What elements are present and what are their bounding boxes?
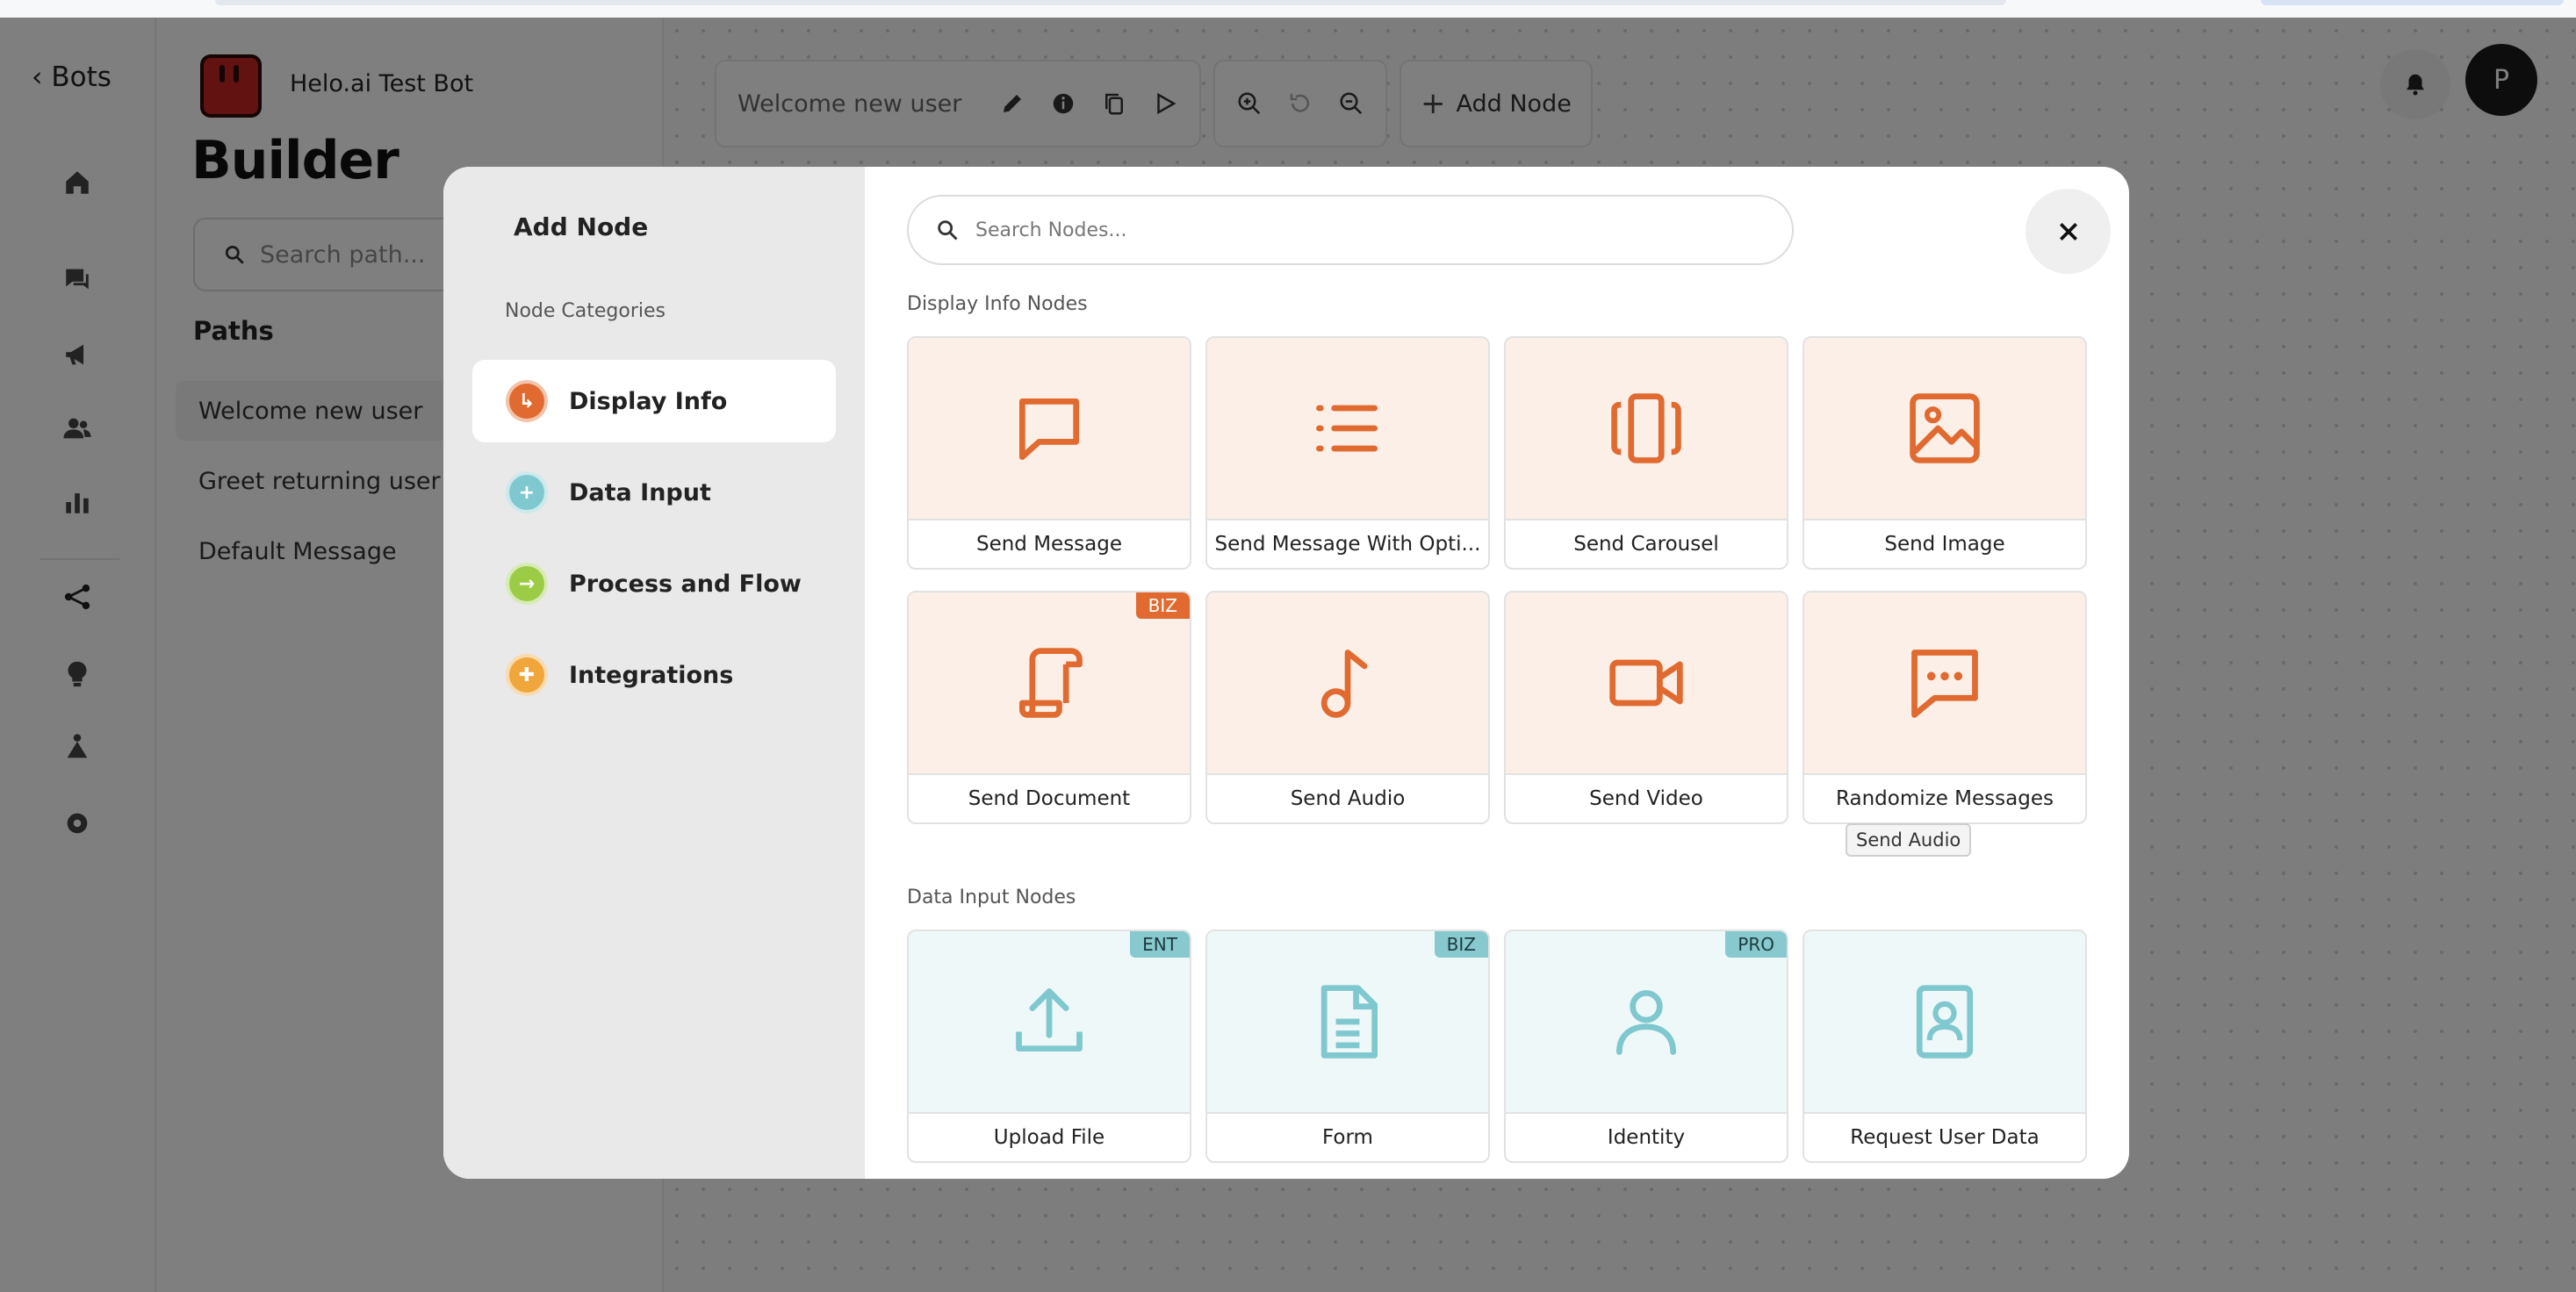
category-label: Display Info bbox=[569, 387, 728, 415]
category-sidebar: Add Node Node Categories ↳ Display Info … bbox=[443, 167, 865, 1179]
node-card-upload-file[interactable]: Upload File ENT bbox=[907, 930, 1191, 1163]
node-card-send-carousel[interactable]: Send Carousel bbox=[1504, 336, 1788, 570]
node-label: Send Message With Opti... bbox=[1214, 533, 1481, 556]
node-card-request-user-data[interactable]: Request User Data bbox=[1802, 930, 2087, 1163]
close-icon bbox=[2059, 222, 2077, 240]
music-note-icon bbox=[1320, 650, 1368, 718]
node-label: Upload File bbox=[993, 1126, 1105, 1149]
puzzle-icon: ✚ bbox=[506, 654, 548, 696]
category-integrations[interactable]: ✚ Integrations bbox=[472, 634, 836, 716]
node-list: Search Nodes... Display Info Nodes Send … bbox=[865, 167, 2129, 1179]
node-label: Send Carousel bbox=[1573, 533, 1719, 556]
search-icon bbox=[938, 220, 958, 240]
carousel-icon bbox=[1611, 393, 1681, 463]
node-label: Send Audio bbox=[1290, 787, 1406, 810]
category-label: Process and Flow bbox=[569, 570, 802, 598]
display-section-heading: Display Info Nodes bbox=[907, 293, 1088, 315]
node-card-send-audio[interactable]: Send Audio bbox=[1205, 591, 1490, 824]
add-node-modal: Add Node Node Categories ↳ Display Info … bbox=[443, 167, 2129, 1179]
node-card-form[interactable]: Form BIZ bbox=[1205, 930, 1490, 1163]
node-label: Request User Data bbox=[1850, 1126, 2040, 1149]
node-search-placeholder: Search Nodes... bbox=[975, 219, 1127, 241]
plan-badge: PRO bbox=[1725, 931, 1787, 958]
node-label: Send Image bbox=[1884, 533, 2005, 556]
document-scroll-icon bbox=[1018, 648, 1083, 718]
browser-top-strip bbox=[0, 0, 2576, 18]
categories-heading: Node Categories bbox=[505, 300, 666, 322]
contact-card-icon bbox=[1916, 985, 1974, 1059]
node-label: Send Message bbox=[975, 533, 1123, 556]
node-card-send-message-options[interactable]: Send Message With Opti... bbox=[1205, 336, 1490, 570]
image-icon bbox=[1910, 393, 1980, 463]
plan-badge: ENT bbox=[1130, 931, 1190, 958]
node-label: Send Video bbox=[1589, 787, 1703, 810]
modal-title: Add Node bbox=[514, 212, 649, 241]
plus-icon: + bbox=[506, 471, 548, 513]
category-label: Integrations bbox=[569, 661, 734, 689]
category-display-info[interactable]: ↳ Display Info bbox=[472, 360, 836, 442]
video-icon bbox=[1609, 659, 1683, 707]
list-icon bbox=[1316, 405, 1378, 452]
node-label: Randomize Messages bbox=[1836, 787, 2054, 810]
node-card-randomize-messages[interactable]: Randomize Messages bbox=[1802, 591, 2087, 824]
plan-badge: BIZ bbox=[1135, 592, 1190, 619]
close-button[interactable] bbox=[2026, 189, 2111, 274]
node-label: Form bbox=[1322, 1126, 1373, 1149]
plan-badge: BIZ bbox=[1434, 931, 1488, 958]
category-process-and-flow[interactable]: → Process and Flow bbox=[472, 542, 836, 625]
node-card-send-document[interactable]: Send Document BIZ bbox=[907, 591, 1191, 824]
corner-arrow-icon: ↳ bbox=[506, 380, 548, 422]
address-bar[interactable] bbox=[215, 0, 2006, 5]
category-data-input[interactable]: + Data Input bbox=[472, 451, 836, 534]
node-label: Send Document bbox=[968, 787, 1131, 810]
node-label: Identity bbox=[1607, 1126, 1686, 1149]
node-search-input[interactable]: Search Nodes... bbox=[907, 195, 1794, 265]
node-card-send-video[interactable]: Send Video bbox=[1504, 591, 1788, 824]
arrow-right-icon: → bbox=[506, 563, 548, 605]
browser-pill[interactable] bbox=[2261, 0, 2564, 5]
upload-icon bbox=[1016, 988, 1083, 1052]
node-card-identity[interactable]: Identity PRO bbox=[1504, 930, 1788, 1163]
category-label: Data Input bbox=[569, 478, 711, 506]
tooltip: Send Audio bbox=[1846, 823, 1972, 857]
chat-dots-icon bbox=[1911, 650, 1978, 718]
node-card-send-image[interactable]: Send Image bbox=[1802, 336, 2087, 570]
input-section-heading: Data Input Nodes bbox=[907, 886, 1076, 908]
user-icon bbox=[1615, 990, 1677, 1055]
node-card-send-message[interactable]: Send Message bbox=[907, 336, 1191, 570]
message-icon bbox=[1018, 398, 1080, 460]
form-icon bbox=[1320, 985, 1378, 1059]
